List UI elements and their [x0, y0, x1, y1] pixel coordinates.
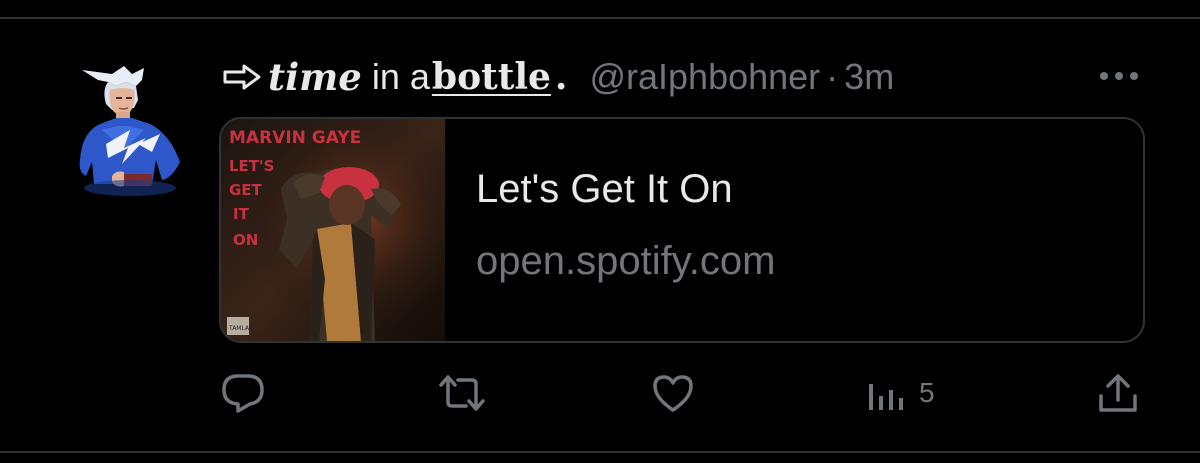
like-button[interactable] — [651, 372, 695, 414]
display-name-part-time[interactable]: time — [268, 55, 362, 99]
album-title-line-2: GET — [229, 181, 263, 199]
display-name-part-dot[interactable]: . — [555, 56, 568, 98]
album-artist-text: MARVIN GAYE — [229, 128, 361, 148]
avatar-illustration — [79, 66, 180, 196]
share-icon — [1099, 374, 1137, 412]
card-title[interactable]: Let's Get It On — [476, 167, 733, 212]
heart-icon — [653, 375, 693, 412]
album-label-text: TAMLA — [228, 325, 250, 332]
avatar[interactable] — [72, 60, 188, 200]
display-name-part-bottle[interactable]: bottle — [432, 56, 551, 98]
views-count: 5 — [919, 377, 935, 408]
user-handle[interactable]: @raIphbohner — [589, 56, 820, 98]
views-chart-icon — [869, 384, 903, 410]
arrow-emoji-icon — [223, 64, 261, 90]
album-title-line-1: LET'S — [229, 157, 274, 175]
top-divider — [0, 17, 1200, 19]
retweet-button[interactable] — [438, 372, 486, 414]
link-card[interactable]: MARVIN GAYE LET'S GET IT ON TAMLA Let's … — [219, 117, 1145, 343]
album-cover-image[interactable]: MARVIN GAYE LET'S GET IT ON TAMLA — [221, 119, 445, 341]
timestamp[interactable]: 3m — [844, 56, 894, 98]
views-button[interactable]: 5 — [867, 372, 935, 414]
reply-icon — [222, 374, 264, 413]
retweet-icon — [439, 375, 485, 411]
album-title-line-4: ON — [233, 231, 258, 249]
bottom-divider — [0, 451, 1200, 453]
card-domain[interactable]: open.spotify.com — [476, 239, 775, 284]
share-button[interactable] — [1096, 372, 1140, 414]
album-title-line-3: IT — [233, 205, 250, 223]
display-name-part-in-a[interactable]: in a — [372, 56, 430, 98]
header-separator: · — [826, 56, 839, 97]
tweet-header: time in a bottle . @raIphbohner · 3m — [222, 52, 894, 102]
reply-button[interactable] — [220, 372, 266, 414]
more-icon[interactable] — [1096, 66, 1142, 86]
